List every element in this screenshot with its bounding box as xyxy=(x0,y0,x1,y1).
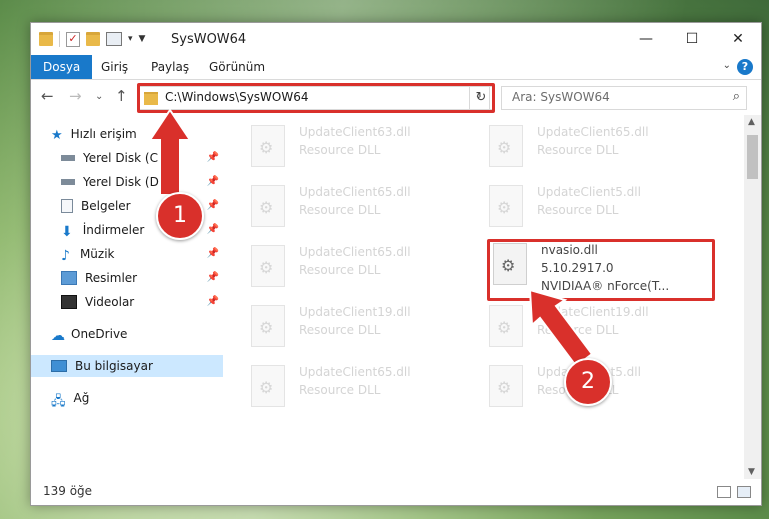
step-1-badge: 1 xyxy=(156,192,204,240)
annotation-arrows xyxy=(148,108,594,368)
arrow-to-file xyxy=(528,288,594,368)
arrow-up-to-address xyxy=(148,108,192,196)
step-2-badge: 2 xyxy=(564,358,612,406)
